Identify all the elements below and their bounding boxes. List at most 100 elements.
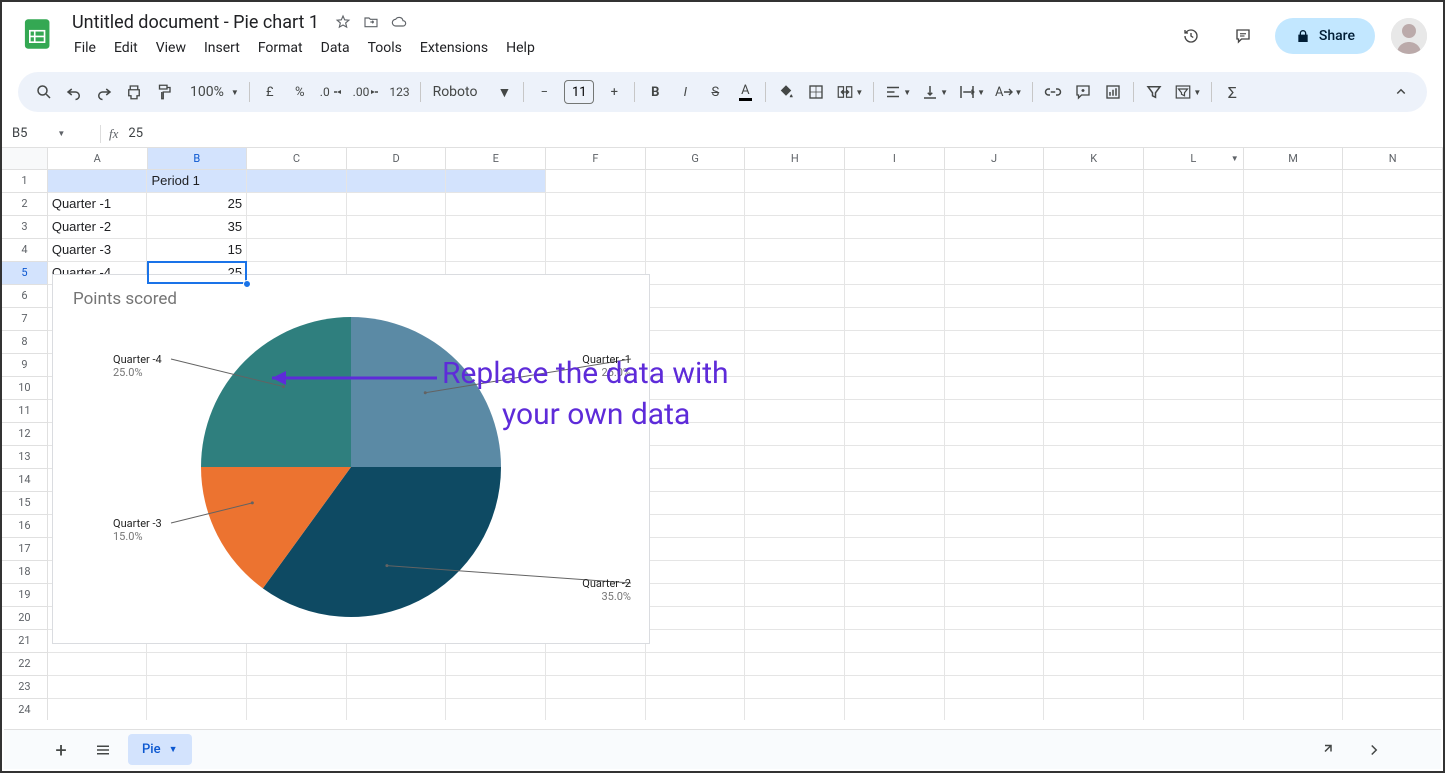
- cell-N18[interactable]: [1343, 561, 1443, 584]
- row-header-19[interactable]: 19: [2, 584, 48, 607]
- cell-H4[interactable]: [745, 239, 845, 262]
- cell-L6[interactable]: [1144, 285, 1244, 308]
- text-color-icon[interactable]: A: [731, 78, 759, 106]
- cell-I9[interactable]: [845, 354, 945, 377]
- cell-N13[interactable]: [1343, 446, 1443, 469]
- insert-link-icon[interactable]: [1039, 78, 1067, 106]
- cell-N1[interactable]: [1343, 170, 1443, 193]
- filter-icon[interactable]: [1140, 78, 1168, 106]
- row-header-12[interactable]: 12: [2, 423, 48, 446]
- cell-J11[interactable]: [945, 400, 1045, 423]
- search-menu-icon[interactable]: [30, 78, 58, 106]
- menu-edit[interactable]: Edit: [106, 36, 146, 60]
- cell-J1[interactable]: [945, 170, 1045, 193]
- cell-M23[interactable]: [1244, 676, 1344, 699]
- cell-M14[interactable]: [1244, 469, 1344, 492]
- col-header-H[interactable]: H: [745, 148, 845, 169]
- cell-L16[interactable]: [1144, 515, 1244, 538]
- cell-I21[interactable]: [845, 630, 945, 653]
- cell-K9[interactable]: [1044, 354, 1144, 377]
- borders-icon[interactable]: [802, 78, 830, 106]
- row-header-4[interactable]: 4: [2, 239, 48, 262]
- explore-icon[interactable]: [1311, 733, 1345, 767]
- cell-E2[interactable]: [446, 193, 546, 216]
- cell-G13[interactable]: [646, 446, 746, 469]
- row-header-3[interactable]: 3: [2, 216, 48, 239]
- row-header-23[interactable]: 23: [2, 676, 48, 699]
- cell-J13[interactable]: [945, 446, 1045, 469]
- side-panel-toggle-icon[interactable]: [1357, 733, 1391, 767]
- cell-I7[interactable]: [845, 308, 945, 331]
- cell-I6[interactable]: [845, 285, 945, 308]
- cell-L20[interactable]: [1144, 607, 1244, 630]
- cell-F24[interactable]: [546, 699, 646, 720]
- cell-N2[interactable]: [1343, 193, 1443, 216]
- cell-M5[interactable]: [1244, 262, 1344, 285]
- cell-J15[interactable]: [945, 492, 1045, 515]
- cell-L3[interactable]: [1144, 216, 1244, 239]
- font-size-decrease[interactable]: −: [530, 78, 558, 106]
- row-header-17[interactable]: 17: [2, 538, 48, 561]
- cell-N4[interactable]: [1343, 239, 1443, 262]
- cell-G4[interactable]: [646, 239, 746, 262]
- cell-I14[interactable]: [845, 469, 945, 492]
- cell-K2[interactable]: [1044, 193, 1144, 216]
- cell-L4[interactable]: [1144, 239, 1244, 262]
- cell-J2[interactable]: [945, 193, 1045, 216]
- collapse-toolbar-icon[interactable]: [1387, 78, 1415, 106]
- cell-F2[interactable]: [546, 193, 646, 216]
- cell-K18[interactable]: [1044, 561, 1144, 584]
- cell-N21[interactable]: [1343, 630, 1443, 653]
- menu-file[interactable]: File: [66, 36, 104, 60]
- cell-I20[interactable]: [845, 607, 945, 630]
- cell-J12[interactable]: [945, 423, 1045, 446]
- cell-K21[interactable]: [1044, 630, 1144, 653]
- cell-K15[interactable]: [1044, 492, 1144, 515]
- cell-G10[interactable]: [646, 377, 746, 400]
- cell-L13[interactable]: [1144, 446, 1244, 469]
- cell-I19[interactable]: [845, 584, 945, 607]
- cell-J4[interactable]: [945, 239, 1045, 262]
- cell-M15[interactable]: [1244, 492, 1344, 515]
- cell-L12[interactable]: [1144, 423, 1244, 446]
- cell-J7[interactable]: [945, 308, 1045, 331]
- cell-K4[interactable]: [1044, 239, 1144, 262]
- cell-D3[interactable]: [347, 216, 447, 239]
- cell-N10[interactable]: [1343, 377, 1443, 400]
- cell-G5[interactable]: [646, 262, 746, 285]
- cell-A22[interactable]: [48, 653, 148, 676]
- cell-I11[interactable]: [845, 400, 945, 423]
- cell-I15[interactable]: [845, 492, 945, 515]
- row-header-16[interactable]: 16: [2, 515, 48, 538]
- cell-K12[interactable]: [1044, 423, 1144, 446]
- cell-I2[interactable]: [845, 193, 945, 216]
- cell-I22[interactable]: [845, 653, 945, 676]
- cell-G19[interactable]: [646, 584, 746, 607]
- cell-E24[interactable]: [446, 699, 546, 720]
- horizontal-align-icon[interactable]: ▼: [880, 78, 915, 106]
- cell-F23[interactable]: [546, 676, 646, 699]
- cell-N17[interactable]: [1343, 538, 1443, 561]
- cell-G3[interactable]: [646, 216, 746, 239]
- cell-J16[interactable]: [945, 515, 1045, 538]
- cell-I8[interactable]: [845, 331, 945, 354]
- cell-J14[interactable]: [945, 469, 1045, 492]
- account-avatar[interactable]: [1391, 18, 1427, 54]
- cell-D22[interactable]: [347, 653, 447, 676]
- cell-K16[interactable]: [1044, 515, 1144, 538]
- sheet-tab-pie[interactable]: Pie▼: [128, 734, 192, 765]
- cell-M3[interactable]: [1244, 216, 1344, 239]
- increase-decimal-icon[interactable]: .00: [349, 78, 384, 106]
- cell-A1[interactable]: [48, 170, 148, 193]
- name-box[interactable]: B5▼: [12, 126, 92, 141]
- cell-C4[interactable]: [247, 239, 347, 262]
- cell-D24[interactable]: [347, 699, 447, 720]
- cell-H23[interactable]: [745, 676, 845, 699]
- cell-I4[interactable]: [845, 239, 945, 262]
- cell-G1[interactable]: [646, 170, 746, 193]
- cell-E4[interactable]: [446, 239, 546, 262]
- cell-G21[interactable]: [646, 630, 746, 653]
- col-header-K[interactable]: K: [1044, 148, 1144, 169]
- cell-B23[interactable]: [147, 676, 247, 699]
- cell-K7[interactable]: [1044, 308, 1144, 331]
